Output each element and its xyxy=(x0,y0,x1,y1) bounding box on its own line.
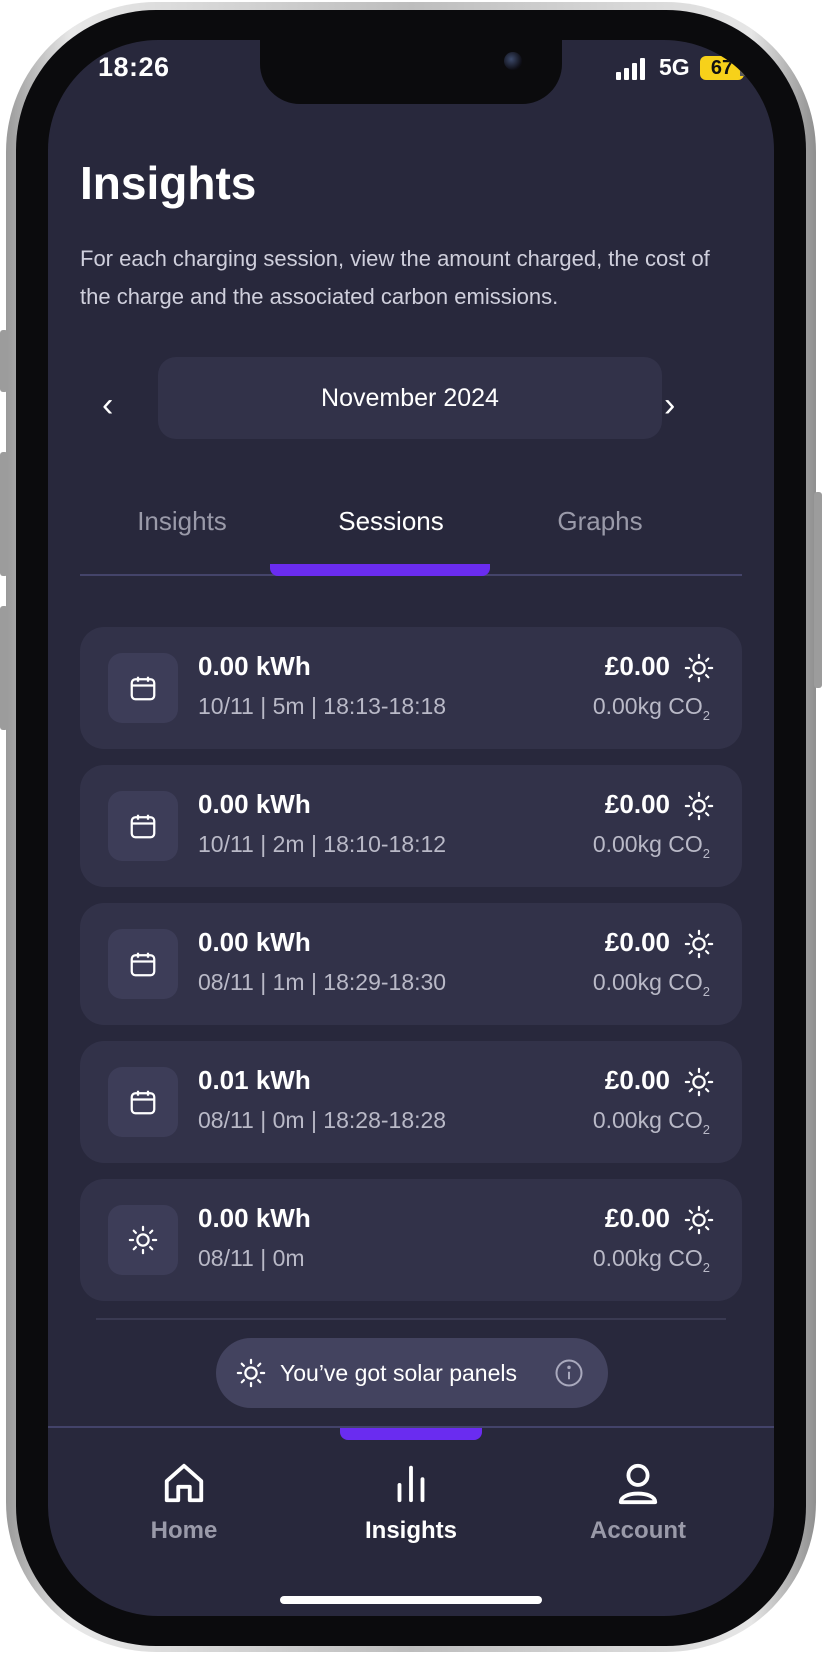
session-cost: £0.00 xyxy=(604,651,670,681)
tab-bar: Insights Sessions Graphs xyxy=(80,478,742,576)
session-co2: 0.00kg CO2 xyxy=(592,969,710,999)
volume-down-button xyxy=(0,606,8,730)
user-icon xyxy=(615,1463,661,1510)
session-details: 10/11 | 2m | 18:10-18:12 xyxy=(198,831,447,857)
solar-panels-banner[interactable]: You’ve got solar panels xyxy=(216,1338,608,1408)
network-type: 5G xyxy=(659,54,690,80)
nav-account-label: Account xyxy=(590,1517,686,1544)
home-icon xyxy=(161,1463,207,1510)
list-divider xyxy=(96,1318,726,1320)
session-card[interactable]: 0.00 kWh 10/11 | 5m | 18:13-18:18 £0.00 … xyxy=(80,627,742,749)
tab-graphs[interactable]: Graphs xyxy=(500,506,700,537)
solar-banner-text: You’ve got solar panels xyxy=(280,1360,517,1386)
calendar-icon xyxy=(108,1067,178,1137)
notch xyxy=(260,40,562,104)
session-energy: 0.01 kWh xyxy=(198,1065,311,1095)
session-energy: 0.00 kWh xyxy=(198,927,311,957)
session-cost: £0.00 xyxy=(604,1065,670,1095)
sun-icon xyxy=(108,1205,178,1275)
signal-icon xyxy=(616,58,645,80)
info-icon[interactable] xyxy=(554,1358,584,1393)
next-month-button[interactable]: › xyxy=(664,386,675,425)
sun-icon xyxy=(684,791,714,826)
session-details: 08/11 | 0m xyxy=(198,1245,305,1271)
battery-icon: 67 xyxy=(700,56,750,80)
page-title: Insights xyxy=(80,157,257,209)
session-co2: 0.00kg CO2 xyxy=(592,1245,710,1275)
session-cost: £0.00 xyxy=(604,927,670,957)
volume-up-button xyxy=(0,452,8,576)
sun-icon xyxy=(684,1205,714,1240)
month-selector[interactable]: November 2024 xyxy=(158,357,662,439)
nav-home-label: Home xyxy=(150,1517,218,1544)
sun-icon xyxy=(684,653,714,688)
sun-icon xyxy=(684,929,714,964)
session-card[interactable]: 0.00 kWh 10/11 | 2m | 18:10-18:12 £0.00 … xyxy=(80,765,742,887)
front-camera xyxy=(504,52,522,70)
calendar-icon xyxy=(108,791,178,861)
status-time: 18:26 xyxy=(98,52,170,82)
silent-switch xyxy=(0,330,8,392)
nav-account[interactable]: Account xyxy=(548,1460,728,1545)
session-co2: 0.00kg CO2 xyxy=(592,693,710,723)
nav-home[interactable]: Home xyxy=(94,1460,274,1545)
power-button xyxy=(814,492,822,688)
tab-insights[interactable]: Insights xyxy=(82,506,282,537)
previous-month-button[interactable]: ‹ xyxy=(102,386,113,425)
app-screen: 18:26 5G 67 Insights For each charging s… xyxy=(48,40,774,1616)
session-co2: 0.00kg CO2 xyxy=(592,1107,710,1137)
session-card[interactable]: 0.00 kWh 08/11 | 1m | 18:29-18:30 £0.00 … xyxy=(80,903,742,1025)
bar-chart-icon xyxy=(388,1465,434,1510)
nav-insights-label: Insights xyxy=(364,1517,457,1544)
month-label: November 2024 xyxy=(321,383,499,412)
session-details: 08/11 | 1m | 18:29-18:30 xyxy=(198,969,447,995)
active-nav-indicator xyxy=(340,1428,482,1440)
sun-icon xyxy=(236,1358,266,1393)
active-tab-indicator xyxy=(270,564,490,576)
session-details: 10/11 | 5m | 18:13-18:18 xyxy=(198,693,447,719)
nav-insights[interactable]: Insights xyxy=(321,1460,501,1545)
session-card[interactable]: 0.00 kWh 08/11 | 0m £0.00 0.00kg CO2 xyxy=(80,1179,742,1301)
page-description: For each charging session, view the amou… xyxy=(80,246,710,309)
session-cost: £0.00 xyxy=(604,789,670,819)
session-energy: 0.00 kWh xyxy=(198,651,311,681)
session-co2: 0.00kg CO2 xyxy=(592,831,710,861)
sun-icon xyxy=(684,1067,714,1102)
session-energy: 0.00 kWh xyxy=(198,789,311,819)
session-card[interactable]: 0.01 kWh 08/11 | 0m | 18:28-18:28 £0.00 … xyxy=(80,1041,742,1163)
home-indicator[interactable] xyxy=(280,1596,542,1604)
session-energy: 0.00 kWh xyxy=(198,1203,311,1233)
session-details: 08/11 | 0m | 18:28-18:28 xyxy=(198,1107,447,1133)
session-cost: £0.00 xyxy=(604,1203,670,1233)
calendar-icon xyxy=(108,653,178,723)
calendar-icon xyxy=(108,929,178,999)
tab-sessions[interactable]: Sessions xyxy=(291,506,491,537)
